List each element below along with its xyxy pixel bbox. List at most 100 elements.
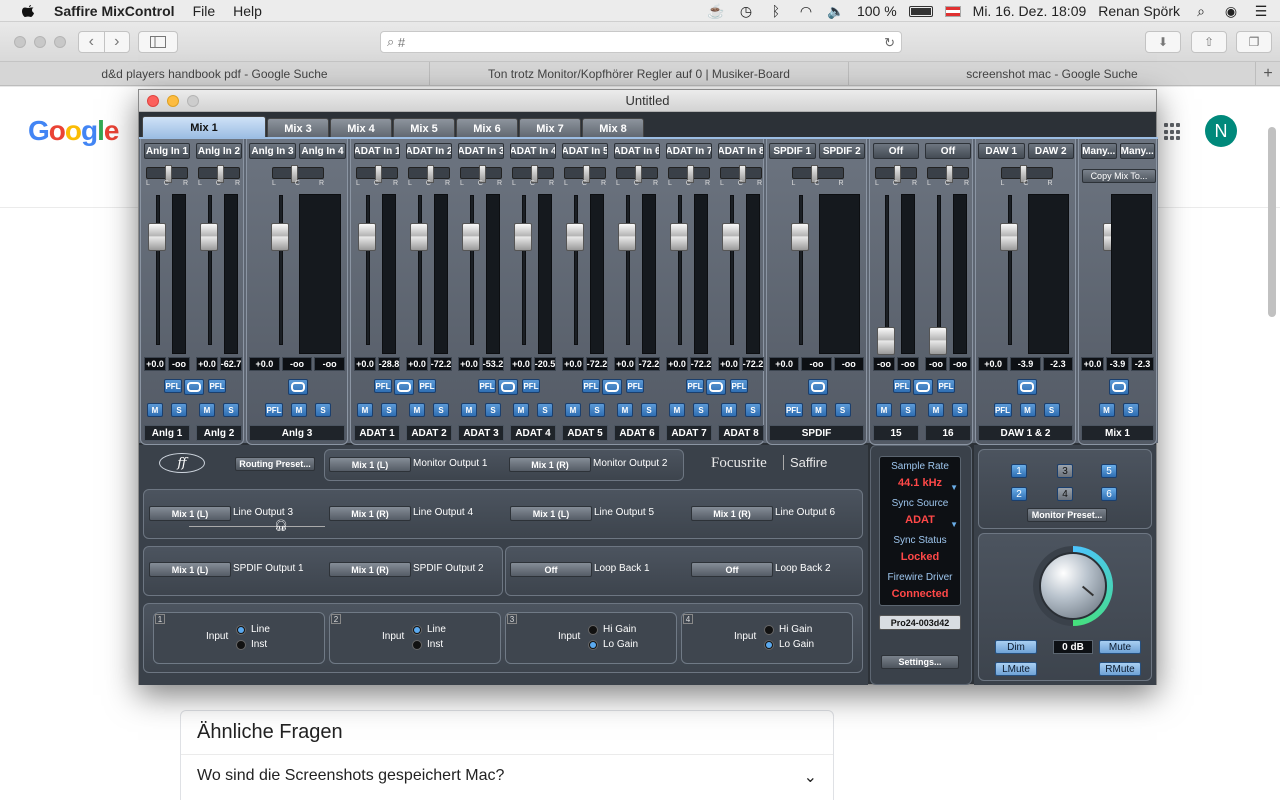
solo-button[interactable]: S [693,403,709,417]
channel-source-select[interactable]: ADAT In 6 [614,143,660,159]
solo-button[interactable]: S [171,403,187,417]
notification-center-icon[interactable]: ☰ [1252,3,1270,19]
channel-fader[interactable] [1000,223,1018,251]
pfl-button[interactable]: PFL [993,403,1012,417]
mute-button[interactable]: M [199,403,215,417]
mute-button[interactable]: M [810,403,827,417]
pan-slider[interactable] [720,165,762,183]
tab-mix-5[interactable]: Mix 5 [393,118,455,138]
clock[interactable]: Mi. 16. Dez. 18:09 [973,3,1087,19]
close-window-button[interactable] [14,36,26,48]
option-2-radio[interactable] [236,640,246,650]
channel-fader[interactable] [791,223,809,251]
pan-slider[interactable] [616,165,658,183]
browser-tab[interactable]: d&d players handbook pdf - Google Suche [0,62,430,85]
option-1-radio[interactable] [412,625,422,635]
solo-button[interactable]: S [537,403,553,417]
app-menu[interactable]: Saffire MixControl [54,3,175,19]
file-menu[interactable]: File [193,3,216,19]
mute-button[interactable]: M [461,403,477,417]
zoom-window-button[interactable] [187,95,199,107]
pfl-button[interactable]: PFL [582,379,600,393]
tab-mix-8[interactable]: Mix 8 [582,118,644,138]
chevron-down-icon[interactable]: ⌄ [804,767,817,787]
channel-fader[interactable] [566,223,584,251]
channel-source-select[interactable]: Anlg In 1 [144,143,190,159]
downloads-icon[interactable]: ⬇ [1145,31,1181,53]
monitor-output-2-source[interactable]: Mix 1 (R) [509,457,591,472]
option-2-radio[interactable] [412,640,422,650]
channel-fader[interactable] [618,223,636,251]
minimize-window-button[interactable] [167,95,179,107]
stereo-link-icon[interactable] [1108,379,1129,395]
mute-button[interactable]: M [513,403,529,417]
forward-icon[interactable]: › [105,32,130,52]
browser-tab[interactable]: screenshot mac - Google Suche [849,62,1256,85]
mute-button[interactable]: M [1019,403,1036,417]
channel-fader[interactable] [200,223,218,251]
wifi-icon[interactable]: ◠ [797,3,815,19]
mute-button[interactable]: M [565,403,581,417]
pfl-button[interactable]: PFL [265,403,283,417]
option-1-radio[interactable] [588,625,598,635]
pan-slider[interactable] [564,165,606,183]
scrollbar[interactable] [1268,127,1276,317]
pfl-button[interactable]: PFL [478,379,496,393]
pan-slider[interactable] [272,165,324,183]
show-tabs-icon[interactable]: ❐ [1236,31,1272,53]
bluetooth-icon[interactable]: ᛒ [767,3,785,19]
sync-source-dropdown-icon[interactable]: ▼ [950,520,958,529]
browser-tab[interactable]: Ton trotz Monitor/Kopfhörer Regler auf 0… [430,62,849,85]
channel-source-select[interactable]: ADAT In 5 [562,143,608,159]
channel-source-select[interactable]: ADAT In 8 [718,143,764,159]
channel-source-select[interactable]: Off [925,143,971,159]
back-icon[interactable]: ‹ [79,32,105,52]
device-name[interactable]: Pro24-003d42 [879,615,961,630]
solo-button[interactable]: S [1122,403,1139,417]
line-output-4-source[interactable]: Mix 1 (R) [329,506,411,521]
mute-button[interactable]: M [721,403,737,417]
sidebar-toggle-icon[interactable] [138,31,178,53]
channel-source-select[interactable]: ADAT In 3 [458,143,504,159]
pfl-button[interactable]: PFL [208,379,226,393]
lmute-button[interactable]: LMute [995,662,1037,676]
dim-button[interactable]: Dim [995,640,1037,654]
pfl-button[interactable]: PFL [784,403,803,417]
mute-button[interactable]: M [291,403,307,417]
zoom-window-button[interactable] [54,36,66,48]
sample-rate-dropdown-icon[interactable]: ▼ [950,483,958,492]
google-apps-icon[interactable] [1164,123,1182,141]
avatar[interactable]: N [1205,115,1237,147]
pan-slider[interactable] [875,165,917,183]
tab-mix-4[interactable]: Mix 4 [330,118,392,138]
stereo-link-icon[interactable] [1016,379,1037,395]
tab-mix-3[interactable]: Mix 3 [267,118,329,138]
option-2-radio[interactable] [764,640,774,650]
solo-button[interactable]: S [315,403,331,417]
mute-button[interactable]: M [876,403,892,417]
mute-button[interactable]: M [928,403,944,417]
mute-button[interactable]: M [409,403,425,417]
pan-slider[interactable] [198,165,240,183]
solo-button[interactable]: S [834,403,851,417]
pan-slider[interactable] [668,165,710,183]
monitor-preset-1[interactable]: 1 [1011,464,1027,478]
channel-fader[interactable] [148,223,166,251]
pfl-button[interactable]: PFL [164,379,182,393]
pfl-button[interactable]: PFL [730,379,748,393]
solo-button[interactable]: S [900,403,916,417]
spdif-output-1-source[interactable]: Mix 1 (L) [149,562,231,577]
spotlight-search-icon[interactable]: ⌕ [1192,3,1210,19]
solo-button[interactable]: S [745,403,761,417]
pan-slider[interactable] [512,165,554,183]
channel-fader[interactable] [271,223,289,251]
mute-button[interactable]: M [617,403,633,417]
close-window-button[interactable] [147,95,159,107]
pan-slider[interactable] [356,165,398,183]
channel-source-select[interactable]: Off [873,143,919,159]
monitor-preset-5[interactable]: 5 [1101,464,1117,478]
pfl-button[interactable]: PFL [686,379,704,393]
option-2-radio[interactable] [588,640,598,650]
help-menu[interactable]: Help [233,3,262,19]
pfl-button[interactable]: PFL [418,379,436,393]
